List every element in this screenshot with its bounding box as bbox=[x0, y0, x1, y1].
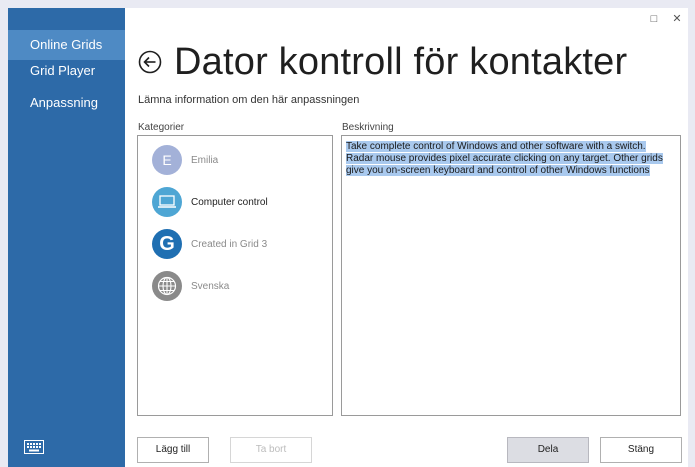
close-button[interactable]: Stäng bbox=[600, 437, 682, 463]
description-text: Take complete control of Windows and oth… bbox=[346, 141, 663, 176]
title-row: Dator kontroll för kontakter bbox=[138, 36, 627, 88]
add-button[interactable]: Lägg till bbox=[137, 437, 209, 463]
sidebar: Online Grids Grid Player Anpassning bbox=[8, 8, 125, 467]
categories-label: Kategorier bbox=[138, 122, 185, 133]
minimize-button[interactable]: □ bbox=[645, 10, 663, 28]
sidebar-item-grid-player[interactable]: Grid Player bbox=[8, 56, 125, 86]
remove-button[interactable]: Ta bort bbox=[230, 437, 312, 463]
categories-list: E Emilia Computer control G Created in G… bbox=[137, 135, 333, 416]
keyboard-icon[interactable] bbox=[24, 440, 44, 454]
back-arrow-icon[interactable] bbox=[138, 50, 162, 74]
category-item-created-in-grid-3[interactable]: G Created in Grid 3 bbox=[152, 229, 267, 259]
share-button[interactable]: Dela bbox=[507, 437, 589, 463]
category-item-emilia[interactable]: E Emilia bbox=[152, 145, 218, 175]
sidebar-item-anpassning[interactable]: Anpassning bbox=[8, 88, 125, 118]
category-label: Emilia bbox=[191, 154, 219, 166]
category-item-computer-control[interactable]: Computer control bbox=[152, 187, 268, 217]
description-textarea[interactable]: Take complete control of Windows and oth… bbox=[341, 135, 681, 416]
category-label: Svenska bbox=[191, 280, 230, 292]
category-label: Computer control bbox=[191, 196, 268, 208]
category-item-svenska[interactable]: Svenska bbox=[152, 271, 229, 301]
page-subtitle: Lämna information om den här anpassninge… bbox=[138, 94, 360, 106]
globe-icon bbox=[152, 271, 182, 301]
category-label: Created in Grid 3 bbox=[191, 238, 268, 250]
grid3-logo-icon: G bbox=[152, 229, 182, 259]
user-avatar-icon: E bbox=[152, 145, 182, 175]
close-window-button[interactable]: ✕ bbox=[668, 10, 686, 28]
page-title: Dator kontroll för kontakter bbox=[174, 40, 628, 83]
app-window: Online Grids Grid Player Anpassning □ ✕ … bbox=[8, 8, 688, 467]
monitor-icon bbox=[152, 187, 182, 217]
description-label: Beskrivning bbox=[342, 122, 394, 133]
